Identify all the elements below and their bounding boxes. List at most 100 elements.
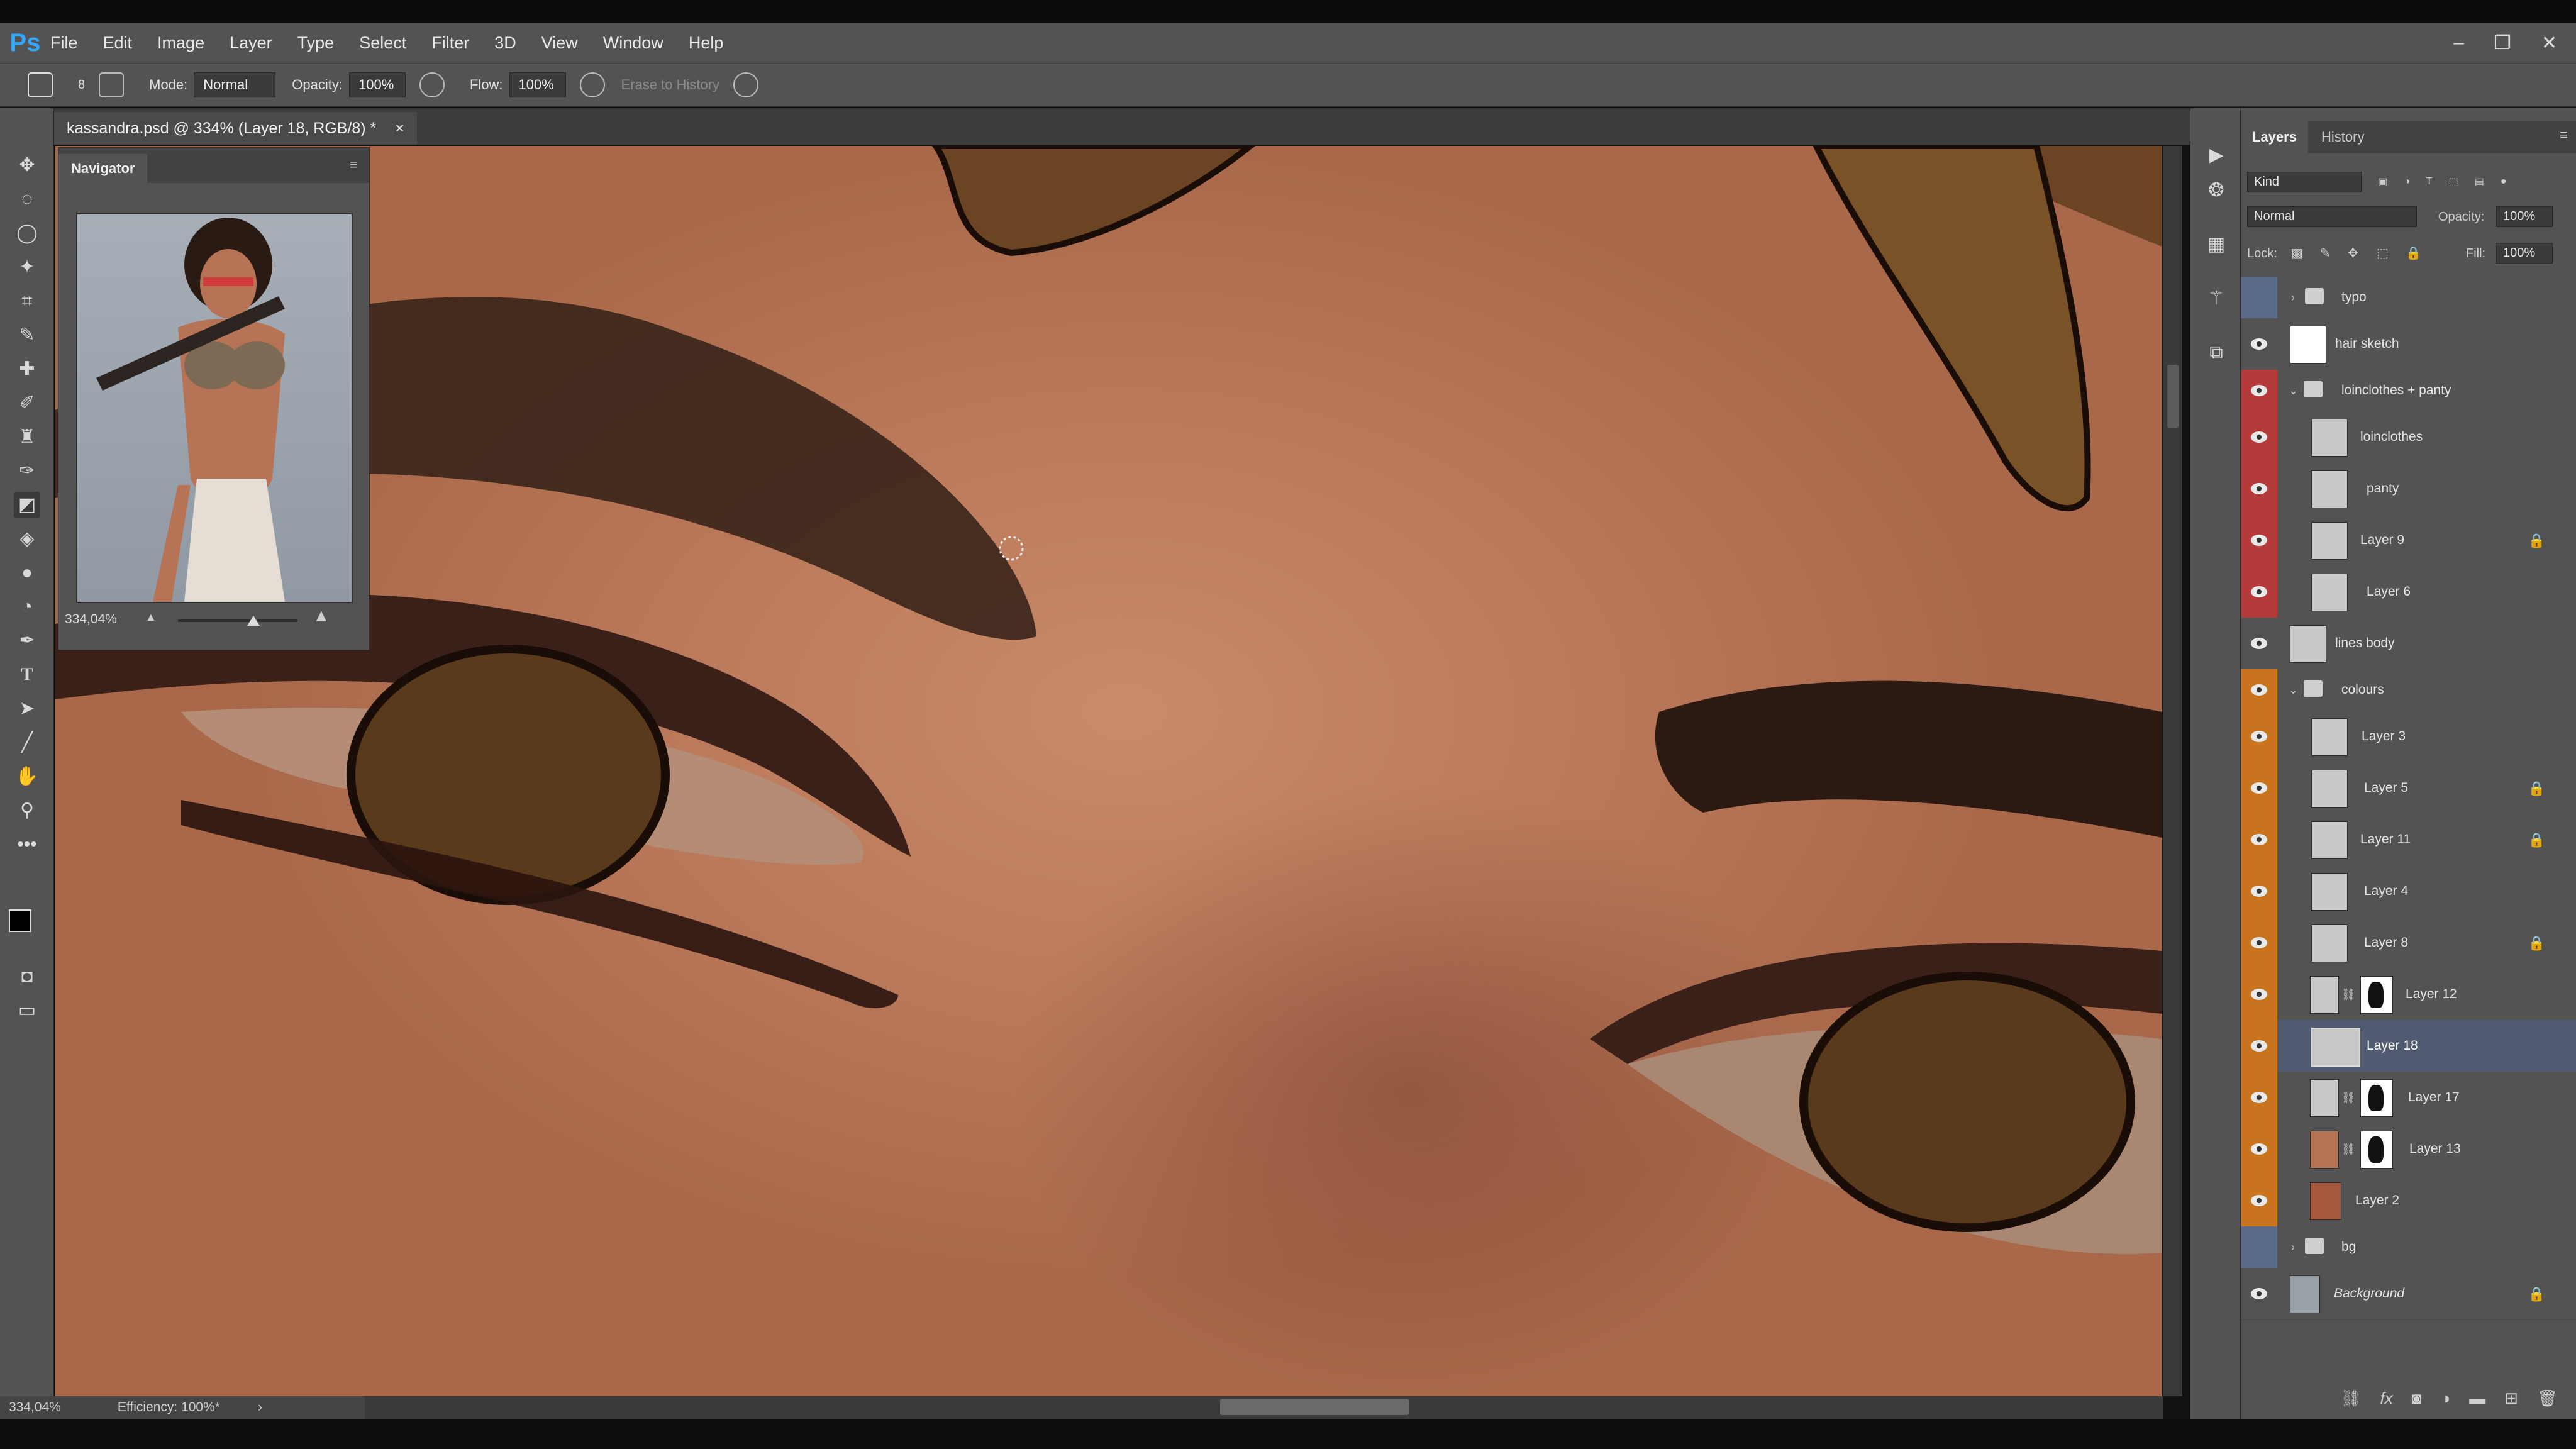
hand-tool-icon[interactable]: ✋: [14, 763, 40, 790]
paint-bucket-tool-icon[interactable]: ◈: [14, 526, 40, 552]
mask-link-icon[interactable]: ⛓: [2341, 1123, 2356, 1175]
filter-toggle-icon[interactable]: ●: [2501, 176, 2507, 187]
clone-source-icon[interactable]: ⧉: [2203, 340, 2229, 366]
3d-panel-icon[interactable]: ❂: [2203, 177, 2229, 204]
document-tab[interactable]: kassandra.psd @ 334% (Layer 18, RGB/8) *…: [54, 112, 417, 145]
menu-edit[interactable]: Edit: [103, 33, 133, 53]
group-collapse-icon[interactable]: ⌄: [2289, 370, 2298, 411]
filter-adjustment-icon[interactable]: ◑: [2404, 176, 2410, 187]
layer-row[interactable]: ⛓ Layer 17: [2241, 1072, 2576, 1124]
tab-history[interactable]: History: [2310, 121, 2375, 153]
menu-help[interactable]: Help: [689, 33, 724, 53]
foreground-color-swatch[interactable]: [9, 909, 31, 932]
tab-layers[interactable]: Layers: [2241, 121, 2308, 153]
menu-window[interactable]: Window: [603, 33, 663, 53]
visibility-toggle[interactable]: [2241, 1268, 2277, 1319]
healing-brush-tool-icon[interactable]: ✚: [14, 356, 40, 382]
navigator-slider-handle[interactable]: [247, 616, 260, 626]
layers-panel-menu-icon[interactable]: ≡: [2560, 127, 2568, 143]
layer-row[interactable]: Layer 11 🔒: [2241, 814, 2576, 866]
lock-transparent-icon[interactable]: ▩: [2291, 245, 2303, 261]
visibility-toggle[interactable]: [2241, 463, 2277, 514]
history-brush-tool-icon[interactable]: ✑: [14, 458, 40, 484]
layer-row[interactable]: Layer 4: [2241, 865, 2576, 918]
visibility-toggle[interactable]: [2241, 370, 2277, 411]
opacity-field[interactable]: 100%: [348, 72, 406, 97]
visibility-toggle[interactable]: [2241, 969, 2277, 1020]
eyedropper-tool-icon[interactable]: ✎: [14, 322, 40, 348]
mask-link-icon[interactable]: ⛓: [2341, 969, 2356, 1020]
layer-row[interactable]: Layer 6: [2241, 566, 2576, 618]
lasso-tool-icon[interactable]: ◯: [14, 220, 40, 247]
layer-mask-thumbnail[interactable]: [2360, 1131, 2393, 1169]
navigator-preview[interactable]: [76, 213, 353, 603]
layer-row[interactable]: Layer 3: [2241, 711, 2576, 763]
pressure-opacity-icon[interactable]: [419, 72, 445, 97]
filter-type-icon[interactable]: T: [2426, 176, 2433, 187]
type-tool-icon[interactable]: T: [14, 662, 40, 688]
canvas[interactable]: [55, 146, 2162, 1396]
eraser-tool-icon[interactable]: ◩: [14, 492, 40, 518]
mode-select[interactable]: Normal: [194, 72, 276, 97]
layer-row[interactable]: loinclothes: [2241, 411, 2576, 464]
crop-tool-icon[interactable]: ⌗: [14, 288, 40, 314]
pressure-size-icon[interactable]: [733, 72, 759, 97]
brush-panel-icon[interactable]: [99, 72, 125, 97]
magic-wand-tool-icon[interactable]: ✦: [14, 254, 40, 280]
marquee-tool-icon[interactable]: ◌: [14, 186, 40, 213]
dodge-tool-icon[interactable]: ◔: [14, 594, 40, 620]
layer-row[interactable]: Layer 9 🔒: [2241, 514, 2576, 567]
layer-kind-filter[interactable]: Kind: [2247, 171, 2362, 192]
restore-button[interactable]: ❐: [2494, 32, 2511, 54]
group-collapse-icon[interactable]: ⌄: [2289, 669, 2298, 711]
brush-tool-icon[interactable]: ✐: [14, 390, 40, 416]
vertical-scrollbar-thumb[interactable]: [2167, 365, 2179, 428]
layer-opacity-field[interactable]: 100%: [2496, 206, 2553, 227]
layer-row[interactable]: ⌄ colours: [2241, 669, 2576, 711]
visibility-toggle[interactable]: [2241, 711, 2277, 762]
actions-play-icon[interactable]: ▶: [2203, 142, 2229, 169]
filter-shape-icon[interactable]: ⬚: [2449, 175, 2458, 188]
eraser-preset-icon[interactable]: [28, 72, 53, 97]
menu-filter[interactable]: Filter: [431, 33, 469, 53]
move-tool-icon[interactable]: ✥: [14, 152, 40, 179]
visibility-toggle[interactable]: [2241, 514, 2277, 566]
visibility-toggle[interactable]: [2241, 618, 2277, 669]
screen-mode-icon[interactable]: ▭: [14, 997, 40, 1024]
layer-row[interactable]: lines body: [2241, 618, 2576, 670]
navigator-menu-icon[interactable]: ≡: [350, 157, 358, 173]
erase-to-history-checkbox[interactable]: Erase to History: [621, 77, 720, 93]
visibility-toggle[interactable]: [2241, 566, 2277, 618]
blend-mode-select[interactable]: Normal: [2247, 206, 2417, 227]
layer-row[interactable]: Layer 8 🔒: [2241, 917, 2576, 969]
layer-row[interactable]: panty: [2241, 463, 2576, 515]
zoom-out-icon[interactable]: ▲: [145, 611, 157, 624]
visibility-toggle[interactable]: [2241, 277, 2277, 318]
group-expand-icon[interactable]: ›: [2291, 277, 2295, 318]
navigator-zoom-value[interactable]: 334,04%: [65, 612, 117, 627]
zoom-tool-icon[interactable]: ⚲: [14, 797, 40, 824]
visibility-toggle[interactable]: [2241, 1072, 2277, 1123]
filter-pixel-icon[interactable]: ▣: [2378, 175, 2387, 188]
brush-size[interactable]: 8: [78, 78, 85, 92]
airbrush-icon[interactable]: [579, 72, 605, 97]
layer-row[interactable]: hair sketch: [2241, 318, 2576, 370]
menu-image[interactable]: Image: [157, 33, 204, 53]
status-menu-arrow-icon[interactable]: ›: [258, 1400, 262, 1415]
lock-position-icon[interactable]: ✥: [2348, 245, 2358, 261]
visibility-toggle[interactable]: [2241, 917, 2277, 969]
filter-smart-object-icon[interactable]: ▤: [2475, 175, 2484, 188]
new-layer-icon[interactable]: ⊞: [2504, 1389, 2518, 1408]
grid-panel-icon[interactable]: ▦: [2203, 231, 2229, 258]
pen-tool-icon[interactable]: ✒: [14, 628, 40, 654]
lock-artboard-icon[interactable]: ⬚: [2377, 245, 2389, 261]
link-layers-icon[interactable]: ⛓: [2341, 1389, 2362, 1408]
clone-stamp-tool-icon[interactable]: ♜: [14, 424, 40, 450]
document-tab-close-icon[interactable]: ×: [395, 119, 404, 138]
quick-mask-icon[interactable]: ◘: [14, 963, 40, 990]
minimize-button[interactable]: –: [2453, 32, 2464, 53]
navigator-zoom-slider[interactable]: [178, 619, 297, 622]
delete-layer-icon[interactable]: 🗑: [2537, 1389, 2558, 1408]
lock-pixels-icon[interactable]: ✎: [2320, 245, 2331, 261]
zoom-in-icon[interactable]: ▲: [313, 606, 330, 626]
